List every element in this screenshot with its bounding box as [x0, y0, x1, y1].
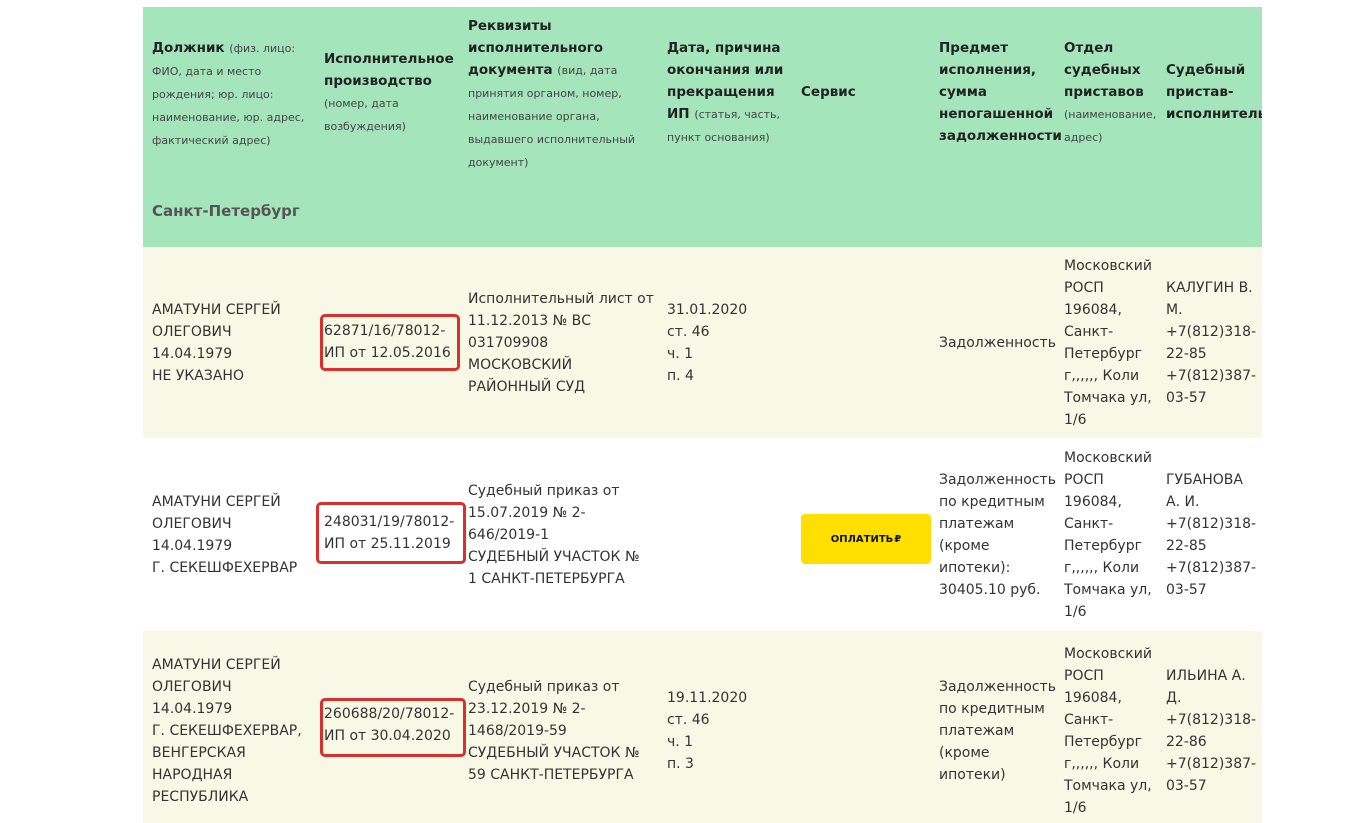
- region-title: Санкт-Петербург: [152, 202, 300, 220]
- cell-debtor: АМАТУНИ СЕРГЕЙ ОЛЕГОВИЧ 14.04.1979 Г. СЕ…: [152, 493, 298, 576]
- proceeding-highlight-box: [320, 314, 460, 371]
- header-debtor: Должник (физ. лицо: ФИО, дата и место ро…: [152, 40, 305, 147]
- enforcement-proceedings-table: Должник (физ. лицо: ФИО, дата и место ро…: [143, 7, 1262, 823]
- ruble-icon: ₽: [894, 533, 902, 545]
- header-department: Отдел судебных приставов (наименование, …: [1064, 40, 1157, 144]
- header-proceeding: Исполнительное производство (номер, дата…: [324, 51, 454, 133]
- cell-bailiff: КАЛУГИН В. М. +7(812)318- 22-85 +7(812)3…: [1166, 279, 1257, 406]
- table-row: АМАТУНИ СЕРГЕЙ ОЛЕГОВИЧ 14.04.1979 Г. СЕ…: [143, 438, 1262, 631]
- cell-end: 31.01.2020 ст. 46 ч. 1 п. 4: [667, 301, 748, 384]
- proceeding-highlight-box: [316, 502, 466, 564]
- cell-subject: Задолженность: [939, 334, 1056, 351]
- table-row: АМАТУНИ СЕРГЕЙ ОЛЕГОВИЧ 14.04.1979 Г. СЕ…: [143, 631, 1262, 823]
- cell-end: [667, 438, 792, 631]
- cell-subject: Задолженность по кредитным платежам (кро…: [939, 471, 1056, 598]
- header-service: Сервис: [801, 84, 856, 100]
- cell-end: 19.11.2020 ст. 46 ч. 1 п. 3: [667, 690, 748, 772]
- proceeding-highlight-box: [320, 698, 466, 757]
- cell-debtor: АМАТУНИ СЕРГЕЙ ОЛЕГОВИЧ 14.04.1979 Г. СЕ…: [152, 657, 302, 805]
- cell-document: Судебный приказ от 23.12.2019 № 2- 1468/…: [468, 679, 640, 783]
- cell-subject: Задолженность по кредитным платежам (кро…: [939, 679, 1056, 783]
- cell-debtor: АМАТУНИ СЕРГЕЙ ОЛЕГОВИЧ 14.04.1979 НЕ УК…: [152, 301, 281, 384]
- cell-department: Московский РОСП 196084, Санкт- Петербург…: [1064, 449, 1152, 620]
- cell-document: Исполнительный лист от 11.12.2013 № ВС 0…: [468, 290, 654, 395]
- table-header: Должник (физ. лицо: ФИО, дата и место ро…: [143, 7, 1262, 247]
- pay-button[interactable]: ОПЛАТИТЬ ₽: [801, 514, 931, 564]
- cell-document: Судебный приказ от 15.07.2019 № 2- 646/2…: [468, 482, 640, 587]
- header-bailiff: Судебный пристав-исполнитель: [1166, 62, 1262, 122]
- cell-department: Московский РОСП 196084, Санкт- Петербург…: [1064, 257, 1152, 428]
- header-document: Реквизиты исполнительного документа (вид…: [468, 18, 636, 169]
- table-row: АМАТУНИ СЕРГЕЙ ОЛЕГОВИЧ 14.04.1979 НЕ УК…: [143, 247, 1262, 438]
- cell-bailiff: ГУБАНОВА А. И. +7(812)318- 22-85 +7(812)…: [1166, 471, 1257, 598]
- header-end: Дата, причина окончания или прекращения …: [667, 40, 784, 144]
- cell-department: Московский РОСП 196084, Санкт- Петербург…: [1064, 646, 1152, 816]
- cell-bailiff: ИЛЬИНА А. Д. +7(812)318- 22-86 +7(812)38…: [1166, 668, 1257, 794]
- header-subject: Предмет исполнения, сумма непогашенной з…: [939, 40, 1062, 144]
